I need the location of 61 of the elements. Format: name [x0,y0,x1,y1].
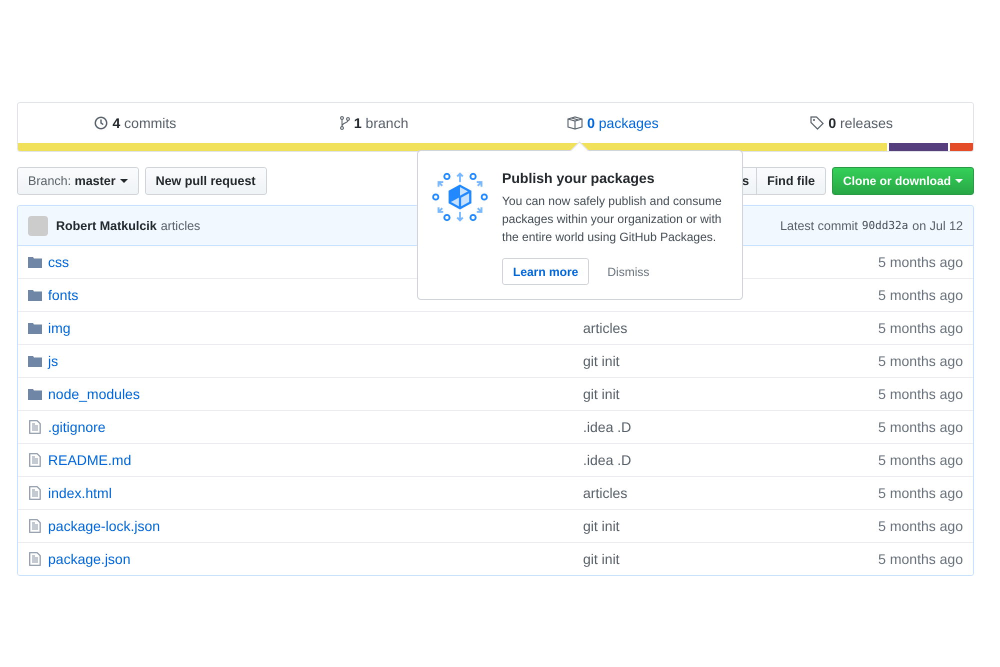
folder-icon [28,355,42,367]
stat-link[interactable]: 1 branch [256,115,496,131]
commit-date: on Jul 12 [912,218,963,232]
commit-age: 5 months ago [878,518,963,534]
dismiss-button[interactable]: Dismiss [597,264,660,278]
commit-age: 5 months ago [878,287,963,303]
latest-commit-label: Latest commit [780,218,858,232]
file-link[interactable]: js [48,353,58,369]
commit-age: 5 months ago [878,320,963,336]
commit-age: 5 months ago [878,419,963,435]
stat-link[interactable]: 4 commits [18,115,257,131]
file-link[interactable]: package-lock.json [48,518,160,534]
find-file-button[interactable]: Find file [757,167,826,195]
file-link[interactable]: index.html [48,485,112,501]
folder-icon [28,289,42,301]
file-icon [28,420,42,434]
commit-age: 5 months ago [878,452,963,468]
commit-message-link[interactable]: git init [583,353,620,369]
author-link[interactable]: Robert Matkulcik [56,218,157,232]
commit-sha-link[interactable]: 90dd32a [862,219,908,232]
commit-message-link[interactable]: .idea .D [583,419,632,435]
commit-age: 5 months ago [878,386,963,402]
branch-select-button[interactable]: Branch: master [17,167,139,195]
commit-age: 5 months ago [878,551,963,567]
file-link[interactable]: fonts [48,287,78,303]
history-icon [94,116,108,130]
commit-message-link[interactable]: git init [583,518,620,534]
caret-icon [955,179,963,183]
file-link[interactable]: package.json [48,551,131,567]
folder-icon [28,388,42,400]
avatar-icon [28,216,48,236]
commit-message-link[interactable]: articles [583,320,628,336]
caret-icon [120,179,128,183]
commit-message-link[interactable]: git init [583,551,620,567]
new-pull-request-button[interactable]: New pull request [144,167,267,195]
commit-age: 5 months ago [878,485,963,501]
file-icon [28,453,42,467]
file-icon [28,519,42,533]
file-link[interactable]: css [48,254,69,270]
commit-age: 5 months ago [878,353,963,369]
file-link[interactable]: node_modules [48,386,140,402]
file-link[interactable]: img [48,320,71,336]
commit-message-link[interactable]: articles [583,485,628,501]
file-link[interactable]: .gitignore [48,419,106,435]
stat-link[interactable]: 0 releases [734,115,973,131]
learn-more-button[interactable]: Learn more [502,258,590,285]
branch-icon [340,116,350,130]
popover-title: Publish your packages [502,170,656,186]
tag-icon [810,116,824,130]
commit-age: 5 months ago [878,254,963,270]
file-icon [28,486,42,500]
commit-message-link[interactable]: .idea .D [583,452,632,468]
commit-message-link[interactable]: articles [160,218,200,232]
file-link[interactable]: README.md [48,452,132,468]
box-icon [567,116,584,130]
stat-link[interactable]: 0 packages [496,115,734,131]
folder-icon [28,322,42,334]
popover-text: You can now safely publish and consume packages within your organization or with the entire world using GitHub Packages. [502,193,723,246]
file-icon [28,552,42,566]
commit-message-link[interactable]: git init [583,386,620,402]
folder-icon [28,256,42,268]
